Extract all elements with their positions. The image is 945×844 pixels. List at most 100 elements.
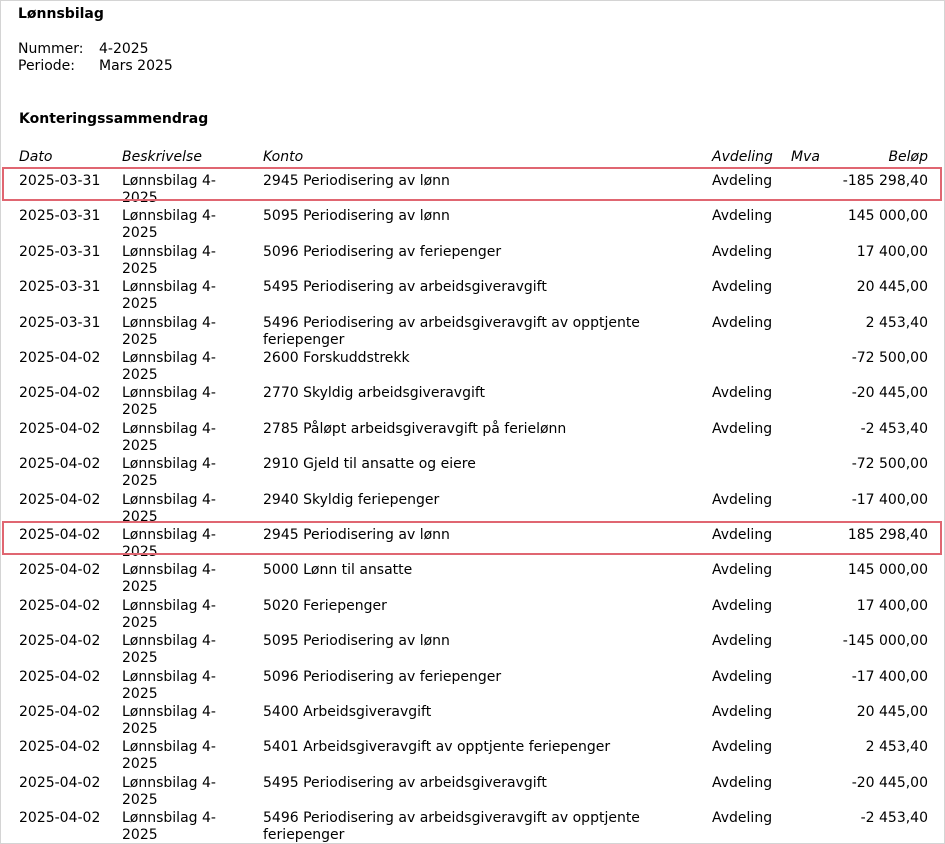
header-description: Beskrivelse: [122, 149, 202, 165]
row-description: Lønnsbilag 4-2025: [122, 704, 216, 737]
row-amount: -72 500,00: [851, 350, 928, 366]
row-account: 5496 Periodisering av arbeidsgiveravgift…: [263, 810, 640, 843]
row-department: Avdeling: [712, 704, 773, 720]
row-amount: -17 400,00: [851, 669, 928, 685]
row-description: Lønnsbilag 4-2025: [122, 739, 216, 772]
row-description: Lønnsbilag 4-2025: [122, 633, 216, 666]
meta-period-value: Mars 2025: [99, 58, 173, 74]
row-date: 2025-04-02: [19, 527, 101, 543]
row-account: 2600 Forskuddstrekk: [263, 350, 410, 366]
row-date: 2025-04-02: [19, 739, 101, 755]
row-account: 5020 Feriepenger: [263, 598, 387, 614]
row-amount: 145 000,00: [847, 562, 928, 578]
row-description: Lønnsbilag 4-2025: [122, 775, 216, 808]
row-description: Lønnsbilag 4-2025: [122, 492, 216, 525]
row-date: 2025-04-02: [19, 598, 101, 614]
row-amount: -20 445,00: [851, 385, 928, 401]
meta-number-value: 4-2025: [99, 41, 149, 57]
table-row: 2025-04-02 Lønnsbilag 4-2025 5096 Periodis…: [1, 669, 944, 704]
row-account: 2785 Påløpt arbeidsgiveravgift på feriel…: [263, 421, 567, 437]
row-department: Avdeling: [712, 208, 773, 224]
row-date: 2025-04-02: [19, 633, 101, 649]
header-vat: Mva: [791, 149, 820, 165]
row-department: Avdeling: [712, 633, 773, 649]
row-description: Lønnsbilag 4-2025: [122, 421, 216, 454]
table-row: 2025-03-31 Lønnsbilag 4-2025 5095 Periodis…: [1, 208, 944, 243]
header-date: Dato: [19, 149, 53, 165]
row-department: Avdeling: [712, 173, 773, 189]
row-amount: 185 298,40: [847, 527, 928, 543]
row-account: 5400 Arbeidsgiveravgift: [263, 704, 432, 720]
row-description: Lønnsbilag 4-2025: [122, 598, 216, 631]
row-amount: -17 400,00: [851, 492, 928, 508]
table-row: 2025-04-02 Lønnsbilag 4-2025 5000 Lønn til…: [1, 562, 944, 597]
table-row: 2025-04-02 Lønnsbilag 4-2025 5496 Periodis…: [1, 810, 944, 843]
meta-period: Periode: Mars 2025: [18, 58, 173, 75]
row-date: 2025-04-02: [19, 669, 101, 685]
row-amount: -185 298,40: [842, 173, 928, 189]
row-description: Lønnsbilag 4-2025: [122, 244, 216, 277]
table-row: 2025-04-02 Lønnsbilag 4-2025 2770 Skyldig …: [1, 385, 944, 420]
table-row: 2025-04-02 Lønnsbilag 4-2025 5400 Arbeidsg…: [1, 704, 944, 739]
row-account: 2910 Gjeld til ansatte og eiere: [263, 456, 476, 472]
row-department: Avdeling: [712, 421, 773, 437]
row-date: 2025-04-02: [19, 421, 101, 437]
document-page: Lønnsbilag Nummer: 4-2025 Periode: Mars 20…: [0, 0, 945, 844]
row-description: Lønnsbilag 4-2025: [122, 385, 216, 418]
row-date: 2025-04-02: [19, 385, 101, 401]
table-row: 2025-03-31 Lønnsbilag 4-2025 5495 Periodis…: [1, 279, 944, 314]
table-row: 2025-03-31 Lønnsbilag 4-2025 2945 Periodis…: [1, 173, 944, 208]
row-amount: -72 500,00: [851, 456, 928, 472]
row-department: Avdeling: [712, 810, 773, 826]
table-row: 2025-04-02 Lønnsbilag 4-2025 2785 Påløpt a…: [1, 421, 944, 456]
row-account: 5095 Periodisering av lønn: [263, 208, 450, 224]
table-row: 2025-04-02 Lønnsbilag 4-2025 5401 Arbeidsg…: [1, 739, 944, 774]
row-date: 2025-03-31: [19, 173, 101, 189]
row-date: 2025-04-02: [19, 775, 101, 791]
table-row: 2025-04-02 Lønnsbilag 4-2025 2945 Periodis…: [1, 527, 944, 562]
row-amount: -145 000,00: [842, 633, 928, 649]
table-row: 2025-03-31 Lønnsbilag 4-2025 5096 Periodis…: [1, 244, 944, 279]
row-description: Lønnsbilag 4-2025: [122, 810, 216, 843]
table-row: 2025-04-02 Lønnsbilag 4-2025 2600 Forskudd…: [1, 350, 944, 385]
row-amount: -20 445,00: [851, 775, 928, 791]
row-account: 5000 Lønn til ansatte: [263, 562, 413, 578]
row-date: 2025-04-02: [19, 492, 101, 508]
row-department: Avdeling: [712, 669, 773, 685]
row-amount: 17 400,00: [856, 244, 928, 260]
row-description: Lønnsbilag 4-2025: [122, 279, 216, 312]
row-amount: 2 453,40: [865, 315, 928, 331]
meta-number-label: Nummer:: [18, 41, 84, 57]
row-account: 5095 Periodisering av lønn: [263, 633, 450, 649]
row-account: 5096 Periodisering av feriepenger: [263, 669, 502, 685]
row-department: Avdeling: [712, 739, 773, 755]
row-date: 2025-04-02: [19, 562, 101, 578]
row-account: 5496 Periodisering av arbeidsgiveravgift…: [263, 315, 640, 348]
row-date: 2025-04-02: [19, 456, 101, 472]
row-date: 2025-04-02: [19, 350, 101, 366]
row-account: 5495 Periodisering av arbeidsgiveravgift: [263, 279, 547, 295]
header-department: Avdeling: [712, 149, 773, 165]
row-account: 2945 Periodisering av lønn: [263, 173, 450, 189]
row-description: Lønnsbilag 4-2025: [122, 208, 216, 241]
row-description: Lønnsbilag 4-2025: [122, 315, 216, 348]
row-department: Avdeling: [712, 279, 773, 295]
row-description: Lønnsbilag 4-2025: [122, 350, 216, 383]
row-amount: -2 453,40: [860, 810, 928, 826]
row-amount: -2 453,40: [860, 421, 928, 437]
row-account: 5495 Periodisering av arbeidsgiveravgift: [263, 775, 547, 791]
row-amount: 20 445,00: [856, 704, 928, 720]
row-department: Avdeling: [712, 562, 773, 578]
row-description: Lønnsbilag 4-2025: [122, 173, 216, 206]
table-row: 2025-04-02 Lønnsbilag 4-2025 2910 Gjeld ti…: [1, 456, 944, 491]
row-date: 2025-03-31: [19, 208, 101, 224]
row-amount: 20 445,00: [856, 279, 928, 295]
table-row: 2025-04-02 Lønnsbilag 4-2025 5020 Feriepen…: [1, 598, 944, 633]
row-amount: 17 400,00: [856, 598, 928, 614]
row-amount: 2 453,40: [865, 739, 928, 755]
row-account: 2940 Skyldig feriepenger: [263, 492, 440, 508]
table-row: 2025-04-02 Lønnsbilag 4-2025 5095 Periodis…: [1, 633, 944, 668]
row-department: Avdeling: [712, 315, 773, 331]
row-department: Avdeling: [712, 598, 773, 614]
row-department: Avdeling: [712, 527, 773, 543]
